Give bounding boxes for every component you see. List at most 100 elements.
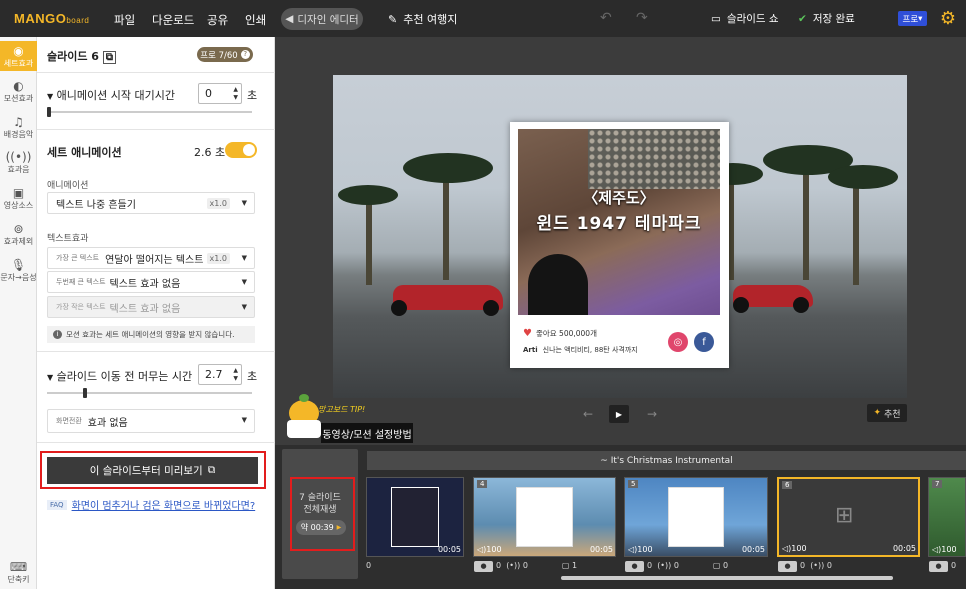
rail-sound-effect[interactable]: ((•)) 효과음 <box>0 150 37 175</box>
next-arrow-icon[interactable]: → <box>647 407 657 421</box>
slide-thumb-3[interactable]: 00:05 <box>366 477 464 557</box>
frame-icon: ▢ <box>561 561 570 570</box>
menu-print[interactable]: 인쇄 <box>245 12 266 28</box>
check-icon: ✔ <box>798 12 807 25</box>
pro-badge[interactable]: 프로 ▾ <box>898 11 927 26</box>
speaker-icon: ◁) <box>932 545 942 554</box>
rail-video-source[interactable]: ▣ 영상소스 <box>0 186 37 211</box>
total-duration-badge[interactable]: 약 00:39 ▶ <box>296 520 346 535</box>
slideshow-button[interactable]: ▭ 슬라이드 쇼 <box>711 11 779 26</box>
top-bar: MANGOboard 파일 다운로드 공유 인쇄 ◀ 디자인 에디터 ✎ 추천 여행… <box>0 0 966 37</box>
rail-shortcuts[interactable]: ⌨ 단축키 <box>0 560 37 585</box>
microphone-icon: 🎙 <box>10 258 27 272</box>
sound-effect-icon: ((•)) <box>5 150 32 164</box>
pro-count-badge[interactable]: 프로 7/60? <box>197 47 253 62</box>
help-icon: ? <box>240 50 250 59</box>
stay-time-slider-thumb[interactable] <box>83 388 87 398</box>
set-effect-icon: ◉ <box>13 44 24 58</box>
save-status: ✔ 저장 완료 <box>798 12 855 26</box>
animation-select[interactable]: 텍스트 나중 흔들기 x1.0 ▼ <box>47 192 255 214</box>
redo-icon[interactable]: ↷ <box>636 10 648 26</box>
stay-time-label: ▼ 슬라이드 이동 전 머무는 시간 <box>47 370 193 383</box>
document-title[interactable]: ✎ 추천 여행지 <box>388 11 457 27</box>
slide-4-controls[interactable]: ● 0 (•)) 0 ▢ 1 <box>474 561 577 572</box>
mango-character <box>283 394 325 442</box>
heart-icon: ♥ <box>523 328 532 339</box>
info-icon: i <box>53 330 62 339</box>
text-effect-2-select[interactable]: 두번째 큰 텍스트 텍스트 효과 없음 ▼ <box>47 271 255 293</box>
caret-down-icon: ▼ <box>241 278 247 286</box>
slide-7-controls[interactable]: ● 0 <box>929 561 956 572</box>
caret-down-icon: ▼ <box>241 416 247 424</box>
instagram-icon: ◎ <box>668 332 688 352</box>
rail-set-effect[interactable]: ◉ 세트효과 <box>0 41 37 71</box>
keyboard-icon: ⌨ <box>9 560 28 574</box>
slide-5-controls[interactable]: ● 0 (•)) 0 ▢ 0 <box>625 561 728 572</box>
slide-thumb-7[interactable]: 7 ◁)100 <box>928 477 966 557</box>
stay-time-slider[interactable] <box>47 392 252 394</box>
wait-time-slider[interactable] <box>47 111 252 113</box>
design-editor-button[interactable]: ◀ 디자인 에디터 <box>281 8 363 30</box>
recommend-button[interactable]: ✦ 추천 <box>867 404 907 422</box>
effect-exclude-icon: ⊚ <box>13 222 24 236</box>
prev-arrow-icon[interactable]: ← <box>583 407 593 421</box>
external-link-icon: ⧉ <box>207 464 216 476</box>
toggle-icon: ● <box>625 561 644 572</box>
seconds-unit: 초 <box>247 89 258 102</box>
slide-title: 슬라이드 6 ⧉ <box>47 48 116 64</box>
seconds-unit: 초 <box>247 370 258 383</box>
stay-time-input[interactable]: 2.7 ▲ ▼ <box>198 364 242 385</box>
menu-download[interactable]: 다운로드 <box>152 12 194 28</box>
faq-link[interactable]: FAQ 화면이 멈추거나 검은 화면으로 바뀌었다면? <box>47 497 255 512</box>
slide-6-controls[interactable]: ● 0 (•)) 0 <box>778 561 832 572</box>
slide-3-controls[interactable]: 0 <box>366 561 371 570</box>
card-photo: 〈제주도〉 윈드 1947 테마파크 <box>518 129 720 315</box>
set-animation-duration: 2.6 초 <box>194 146 226 159</box>
music-track[interactable]: ~ It's Christmas Instrumental <box>367 451 966 470</box>
slide-canvas[interactable]: 〈제주도〉 윈드 1947 테마파크 ♥ 좋아요 500,000개 Arti 신나는… <box>333 75 907 398</box>
pencil-icon: ✎ <box>388 12 398 26</box>
toggle-icon: ● <box>778 561 797 572</box>
play-button[interactable]: ▶ <box>609 405 629 423</box>
wait-time-slider-thumb[interactable] <box>47 107 51 117</box>
rail-effect-exclude[interactable]: ⊚ 효과제외 <box>0 222 37 247</box>
rail-motion[interactable]: ◐ 모션효과 <box>0 79 37 104</box>
left-rail: ◉ 세트효과 ◐ 모션효과 ♫ 배경음악 ((•)) 효과음 ▣ 영상소스 ⊚ 효과제외 🎙… <box>0 37 37 589</box>
wait-time-input[interactable]: 0 ▲ ▼ <box>198 83 242 104</box>
slide-thumb-6-selected[interactable]: 6 ⊞ ◁)100 00:05 <box>777 477 920 557</box>
collapse-icon: ▼ <box>47 92 54 101</box>
transition-select[interactable]: 화면전환 효과 없음 ▼ <box>47 409 255 433</box>
motion-icon: ◐ <box>13 79 24 93</box>
text-effect-3-select: 가장 작은 텍스트 텍스트 효과 없음 ▼ <box>47 296 255 318</box>
rail-music[interactable]: ♫ 배경음악 <box>0 115 37 140</box>
undo-icon[interactable]: ↶ <box>600 10 612 26</box>
menu-file[interactable]: 파일 <box>114 12 135 28</box>
set-animation-toggle[interactable] <box>225 142 257 158</box>
sparkle-icon: ✦ <box>873 408 881 418</box>
video-add-icon: ⊞ <box>835 503 854 528</box>
rail-tts[interactable]: 🎙 문자→음성 <box>0 258 37 283</box>
text-effect-label: 텍스트효과 <box>47 234 89 244</box>
caret-down-icon: ▼ <box>241 303 247 311</box>
text-effect-1-select[interactable]: 가장 큰 텍스트 연달아 떨어지는 텍스트 x1.0 ▼ <box>47 247 255 269</box>
speaker-icon: ◁) <box>782 544 792 553</box>
play-all-highlight <box>290 477 355 551</box>
copy-icon: ⧉ <box>102 51 116 64</box>
mango-logo[interactable]: MANGOboard <box>14 11 89 26</box>
toggle-icon: ● <box>929 561 948 572</box>
caption-line: Arti 신나는 액티비티, 88탄 사격까지 <box>523 346 638 354</box>
photo-card[interactable]: 〈제주도〉 윈드 1947 테마파크 ♥ 좋아요 500,000개 Arti 신나는… <box>510 122 729 368</box>
spinner-icon: ▲ ▼ <box>233 367 238 382</box>
motion-guide-button[interactable]: 동영상/모션 설정방법 <box>321 423 413 443</box>
gear-icon[interactable]: ⚙ <box>930 0 966 37</box>
settings-panel: 슬라이드 6 ⧉ 프로 7/60? ▼ 애니메이션 시작 대기시간 0 ▲ ▼ 초 … <box>37 37 275 589</box>
timeline-scrollbar[interactable] <box>561 576 893 580</box>
slide-thumb-4[interactable]: 4 ◁)100 00:05 <box>473 477 616 557</box>
play-icon: ▶ <box>336 524 342 531</box>
slide-thumb-5[interactable]: 5 ◁)100 00:05 <box>624 477 768 557</box>
speaker-icon: ◁) <box>628 545 638 554</box>
monitor-icon: ▭ <box>711 12 721 25</box>
info-note: i 모션 효과는 세트 애니메이션의 영향을 받지 않습니다. <box>47 326 255 343</box>
menu-share[interactable]: 공유 <box>207 12 228 28</box>
preview-from-slide-button[interactable]: 이 슬라이드부터 미리보기 ⧉ <box>47 457 258 484</box>
